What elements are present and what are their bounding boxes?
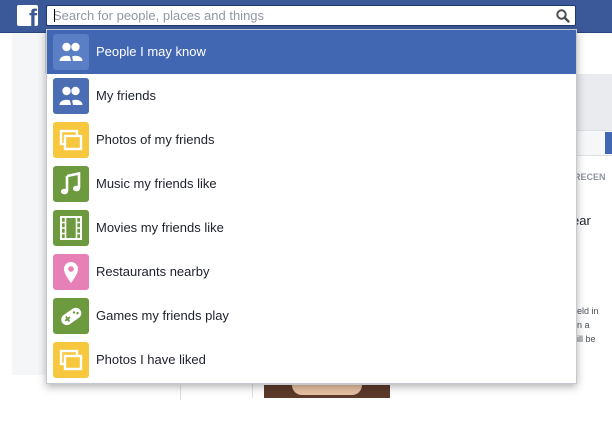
search-input[interactable] xyxy=(47,6,555,25)
text-fragment: n a xyxy=(577,320,590,330)
music-icon xyxy=(53,166,89,202)
action-button-fragment[interactable] xyxy=(605,132,612,154)
suggestion-label: People I may know xyxy=(96,44,206,59)
suggestion-label: Restaurants nearby xyxy=(96,264,210,279)
gamepad-icon xyxy=(53,298,89,334)
suggestion-photos-i-have-liked[interactable]: Photos I have liked xyxy=(47,338,576,382)
people-icon xyxy=(53,34,89,70)
suggestion-label: Photos I have liked xyxy=(96,352,206,367)
logo-letter: f xyxy=(29,5,37,27)
suggestion-label: My friends xyxy=(96,88,156,103)
suggestion-restaurants-nearby[interactable]: Restaurants nearby xyxy=(47,250,576,294)
text-fragment: eld in xyxy=(577,306,599,316)
text-fragment: ill be xyxy=(577,334,596,344)
suggestion-label: Music my friends like xyxy=(96,176,217,191)
text-caret xyxy=(54,9,55,22)
suggestion-movies-my-friends-like[interactable]: Movies my friends like xyxy=(47,206,576,250)
photo-frame-edge xyxy=(252,383,253,398)
suggestion-label: Photos of my friends xyxy=(96,132,215,147)
suggestion-people-i-may-know[interactable]: People I may know xyxy=(47,30,576,74)
photos-icon xyxy=(53,122,89,158)
location-pin-icon xyxy=(53,254,89,290)
suggestion-music-my-friends-like[interactable]: Music my friends like xyxy=(47,162,576,206)
people-icon xyxy=(53,78,89,114)
column-divider xyxy=(180,385,181,400)
cover-area-fragment xyxy=(576,74,612,130)
suggestion-label: Games my friends play xyxy=(96,308,229,323)
suggestion-photos-of-my-friends[interactable]: Photos of my friends xyxy=(47,118,576,162)
facebook-logo[interactable]: f xyxy=(17,5,38,26)
photos-icon xyxy=(53,342,89,378)
suggestion-label: Movies my friends like xyxy=(96,220,224,235)
search-suggestions-dropdown: People I may know My friends Photos of m… xyxy=(46,29,577,384)
profile-photo-face xyxy=(292,385,362,395)
search-icon[interactable] xyxy=(555,8,571,24)
suggestion-my-friends[interactable]: My friends xyxy=(47,74,576,118)
film-icon xyxy=(53,210,89,246)
suggestion-games-my-friends-play[interactable]: Games my friends play xyxy=(47,294,576,338)
search-box[interactable] xyxy=(46,5,576,26)
left-sidebar-background xyxy=(12,33,46,375)
